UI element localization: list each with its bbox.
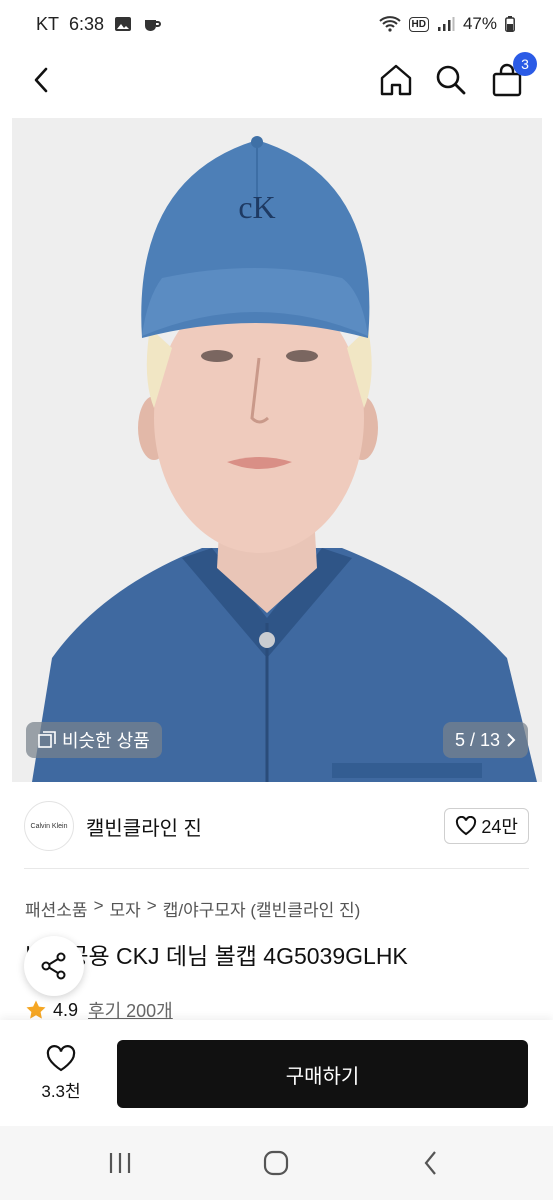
image-counter-text: 5 / 13 [454, 729, 500, 750]
signal-icon [437, 17, 455, 31]
share-button[interactable] [24, 936, 84, 996]
action-bar: 3.3천 구매하기 [0, 1020, 553, 1126]
cart-count-badge: 3 [513, 52, 537, 76]
image-counter[interactable]: 5 / 13 [442, 722, 528, 758]
buy-button[interactable]: 구매하기 [117, 1040, 528, 1108]
share-icon [41, 952, 66, 980]
coffee-icon [145, 20, 162, 31]
star-icon [26, 1000, 46, 1019]
product-image[interactable]: cK 비슷한 상품 5 / 13 [12, 118, 542, 782]
system-nav-bar [0, 1126, 553, 1200]
similar-products-button[interactable]: 비슷한 상품 [26, 722, 162, 758]
chevron-left-icon [34, 67, 48, 93]
rating-value: 4.9 [53, 999, 79, 1020]
brand-row[interactable]: Calvin Klein 캘빈클라인 진 24만 [24, 800, 529, 852]
home-button[interactable] [374, 58, 418, 102]
product-photo: cK [12, 118, 542, 782]
brand-name[interactable]: 캘빈클라인 진 [86, 812, 202, 841]
chevron-right-icon [507, 733, 516, 747]
breadcrumb-separator: > [93, 896, 104, 915]
home-icon [380, 64, 412, 96]
home-system-button[interactable] [259, 1148, 293, 1178]
carrier-label: KT [36, 13, 60, 34]
cart-button[interactable]: 3 [485, 52, 537, 102]
search-icon [436, 65, 466, 95]
battery-icon [505, 16, 515, 32]
battery-percent: 47% [462, 14, 497, 33]
hd-voice-badge: HD [408, 16, 429, 32]
wifi-icon [378, 16, 401, 32]
brand-logo[interactable]: Calvin Klein [24, 801, 74, 851]
breadcrumb-item[interactable]: 모자 [110, 896, 141, 921]
status-bar: KT 6:38 HD 47% [0, 0, 553, 48]
brand-like-count: 24만 [481, 817, 518, 837]
brand-like-button[interactable]: 24만 [444, 808, 529, 844]
heart-icon [46, 1044, 76, 1071]
copy-icon [38, 731, 56, 748]
status-right: HD 47% [378, 14, 515, 34]
home-circle-icon [263, 1150, 289, 1176]
system-back-button[interactable] [414, 1148, 448, 1178]
breadcrumb: 패션소품 > 모자 > 캡/야구모자 (캘빈클라인 진) [25, 896, 360, 921]
top-nav: 3 [0, 50, 553, 110]
wishlist-count: 3.3천 [41, 1081, 81, 1101]
wishlist-button[interactable]: 3.3천 [24, 1040, 98, 1106]
recent-apps-button[interactable] [103, 1148, 137, 1178]
clock: 6:38 [69, 13, 105, 34]
search-button[interactable] [429, 58, 473, 102]
heart-icon [456, 816, 477, 836]
cap-logo-text: cK [238, 189, 275, 225]
chevron-left-icon [424, 1151, 436, 1175]
breadcrumb-separator: > [146, 896, 157, 915]
back-button[interactable] [20, 58, 64, 102]
breadcrumb-item[interactable]: 패션소품 [25, 896, 88, 921]
divider [24, 868, 529, 869]
similar-products-label: 비슷한 상품 [62, 731, 150, 751]
breadcrumb-item[interactable]: 캡/야구모자 (캘빈클라인 진) [163, 896, 361, 921]
status-left: KT 6:38 [36, 14, 162, 35]
recent-apps-icon [109, 1153, 131, 1173]
gallery-icon [115, 17, 132, 31]
brand-logo-text: Calvin Klein [30, 822, 68, 830]
